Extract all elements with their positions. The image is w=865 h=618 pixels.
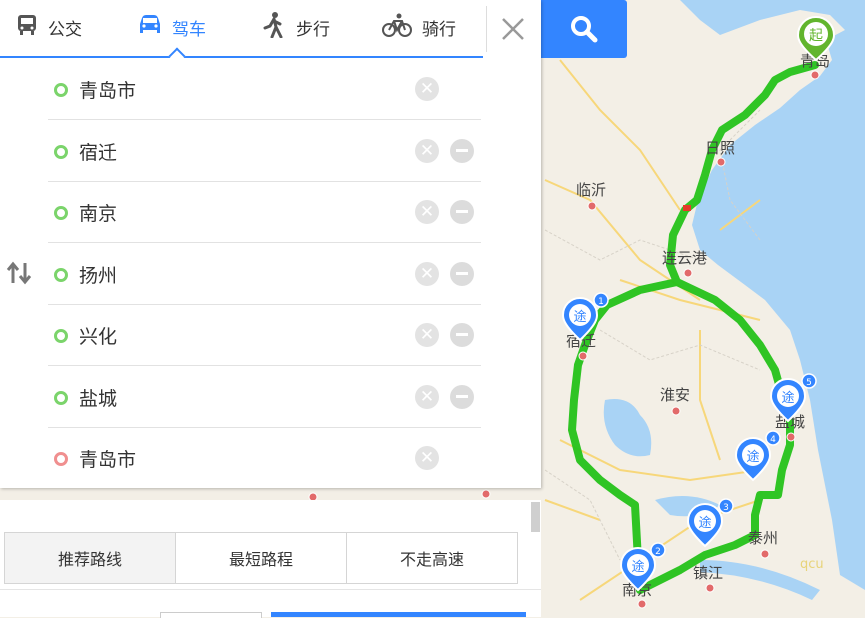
end-dot-icon <box>54 452 68 466</box>
mode-car[interactable]: 驾车 <box>138 10 206 44</box>
svg-text:4: 4 <box>770 435 776 445</box>
clear-icon[interactable]: ✕ <box>415 77 439 101</box>
tab-no-highway[interactable]: 不走高速 <box>347 533 517 583</box>
bike-icon <box>382 13 412 42</box>
mode-bike[interactable]: 骑行 <box>382 10 456 44</box>
swap-icon <box>6 261 32 285</box>
route-panel: 公交 驾车 步行 骑行 青岛市 ✕ 宿迁 ✕ 南京 ✕ 扬州 ✕ 兴化 ✕ 盐城… <box>0 0 541 488</box>
via-dot-icon <box>54 145 68 159</box>
waypoint-label: 南京 <box>79 203 118 225</box>
svg-text:途: 途 <box>698 515 711 531</box>
waypoint-via-4[interactable]: 兴化 ✕ <box>48 304 481 366</box>
map-watermark: qcu <box>800 557 824 572</box>
bus-icon <box>16 14 38 41</box>
city-label-lianyungang: 连云港 <box>662 249 707 267</box>
waypoint-label: 青岛市 <box>79 80 137 102</box>
svg-text:途: 途 <box>781 390 794 406</box>
remove-waypoint-icon[interactable] <box>450 262 474 286</box>
city-label-huaian: 淮安 <box>660 386 690 404</box>
via-dot-icon <box>54 206 68 220</box>
clear-icon[interactable]: ✕ <box>415 262 439 286</box>
waypoint-via-3[interactable]: 扬州 ✕ <box>48 243 481 305</box>
clear-icon[interactable]: ✕ <box>415 139 439 163</box>
transport-mode-bar: 公交 驾车 步行 骑行 <box>0 0 541 65</box>
mode-bus-label: 公交 <box>48 19 82 40</box>
clear-icon[interactable]: ✕ <box>415 446 439 470</box>
swap-button[interactable] <box>6 261 32 285</box>
waypoint-label: 盐城 <box>79 388 118 410</box>
remove-waypoint-icon[interactable] <box>450 323 474 347</box>
svg-text:起: 起 <box>809 28 823 44</box>
remove-waypoint-icon[interactable] <box>450 385 474 409</box>
svg-text:途: 途 <box>573 309 586 325</box>
svg-text:1: 1 <box>598 297 604 307</box>
via-dot-icon <box>54 329 68 343</box>
waypoint-via-2[interactable]: 南京 ✕ <box>48 181 481 243</box>
city-label-linyi: 临沂 <box>576 181 606 199</box>
city-label-rizhao: 日照 <box>705 139 735 157</box>
svg-text:5: 5 <box>806 378 812 388</box>
car-icon <box>138 14 162 41</box>
waypoint-label: 青岛市 <box>79 449 137 471</box>
waypoint-via-5[interactable]: 盐城 ✕ <box>48 366 481 428</box>
via-dot-icon <box>54 268 68 282</box>
search-icon <box>571 16 598 43</box>
svg-text:途: 途 <box>631 559 644 575</box>
city-label-taizhou: 泰州 <box>748 529 778 547</box>
primary-button[interactable] <box>271 612 526 617</box>
city-label-zhenjiang: 镇江 <box>693 564 723 582</box>
clear-icon[interactable]: ✕ <box>415 200 439 224</box>
waypoint-label: 兴化 <box>79 326 118 348</box>
clear-icon[interactable]: ✕ <box>415 323 439 347</box>
waypoint-label: 宿迁 <box>79 142 118 164</box>
mode-walk-label: 步行 <box>296 19 330 40</box>
remove-waypoint-icon[interactable] <box>450 200 474 224</box>
waypoint-start[interactable]: 青岛市 ✕ <box>48 58 481 120</box>
start-dot-icon <box>54 83 68 97</box>
waypoint-end[interactable]: 青岛市 ✕ <box>48 427 481 488</box>
tab-shortest[interactable]: 最短路程 <box>176 533 347 583</box>
route-preference-tabs: 推荐路线 最短路程 不走高速 <box>4 532 518 584</box>
search-button[interactable] <box>541 0 627 58</box>
mode-walk[interactable]: 步行 <box>262 10 330 44</box>
waypoint-label: 扬州 <box>79 265 118 287</box>
via-dot-icon <box>54 391 68 405</box>
waypoint-via-1[interactable]: 宿迁 ✕ <box>48 120 481 182</box>
scrollbar[interactable] <box>531 502 540 532</box>
walk-icon <box>262 11 286 43</box>
secondary-button[interactable] <box>160 612 262 618</box>
mode-car-label: 驾车 <box>172 19 206 40</box>
divider <box>0 589 541 590</box>
svg-text:3: 3 <box>723 503 729 513</box>
remove-waypoint-icon[interactable] <box>450 139 474 163</box>
mode-bike-label: 骑行 <box>422 19 456 40</box>
tab-recommended[interactable]: 推荐路线 <box>5 533 176 583</box>
svg-text:途: 途 <box>746 449 759 465</box>
clear-icon[interactable]: ✕ <box>415 385 439 409</box>
svg-text:2: 2 <box>655 547 661 557</box>
mode-bus[interactable]: 公交 <box>16 10 82 44</box>
close-icon <box>502 18 524 40</box>
close-button[interactable] <box>486 6 539 52</box>
